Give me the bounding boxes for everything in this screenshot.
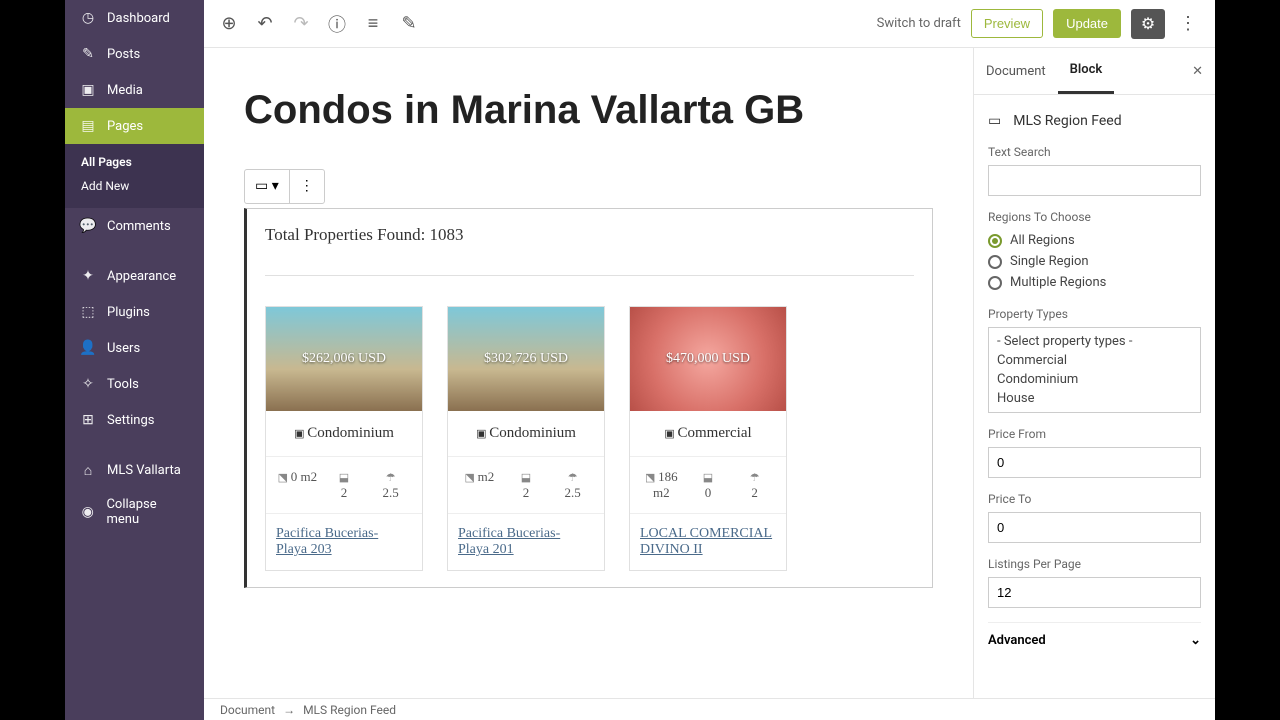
chevron-down-icon: ⌄ <box>1190 633 1201 648</box>
add-block-button[interactable]: ⊕ <box>218 13 240 35</box>
text-search-label: Text Search <box>988 145 1201 159</box>
pin-icon: ✎ <box>79 45 97 63</box>
radio-single-region[interactable]: Single Region <box>988 251 1201 272</box>
preview-button[interactable]: Preview <box>971 9 1043 38</box>
total-properties-label: Total Properties Found: 1083 <box>265 225 914 245</box>
sidebar-item-pages[interactable]: ▤Pages <box>65 108 204 144</box>
sidebar-item-tools[interactable]: ✧Tools <box>65 366 204 402</box>
media-icon: ▣ <box>79 81 97 99</box>
info-button[interactable]: ⓘ <box>326 13 348 35</box>
sidebar-item-dashboard[interactable]: ◷Dashboard <box>65 0 204 36</box>
tab-document[interactable]: Document <box>974 50 1058 93</box>
block-type-button[interactable]: ▭ ▾ <box>245 170 290 203</box>
card-title: Pacifica Bucerias- Playa 203 <box>266 514 422 570</box>
editor-breadcrumb: Document → MLS Region Feed <box>204 698 1215 720</box>
admin-sidebar: ◷Dashboard ✎Posts ▣Media ▤Pages All Page… <box>65 0 204 720</box>
sidebar-submenu: All Pages Add New <box>65 144 204 208</box>
sidebar-item-posts[interactable]: ✎Posts <box>65 36 204 72</box>
switch-to-draft-link[interactable]: Switch to draft <box>877 16 961 31</box>
price-from-input[interactable] <box>988 447 1201 478</box>
listings-input[interactable] <box>988 577 1201 608</box>
wrench-icon: ✧ <box>79 375 97 393</box>
text-search-input[interactable] <box>988 165 1201 196</box>
brush-icon: ✦ <box>79 267 97 285</box>
page-title[interactable]: Condos in Marina Vallarta GB <box>244 88 933 133</box>
listings-label: Listings Per Page <box>988 557 1201 571</box>
radio-multiple-regions[interactable]: Multiple Regions <box>988 272 1201 293</box>
radio-all-regions[interactable]: All Regions <box>988 230 1201 251</box>
sidebar-sub-add-new[interactable]: Add New <box>81 174 204 198</box>
ptypes-label: Property Types <box>988 307 1201 321</box>
card-type: ▣ Commercial <box>630 411 786 457</box>
card-image: $262,006 USD <box>266 307 422 411</box>
comment-icon: 💬 <box>79 217 97 235</box>
card-type: ▣ Condominium <box>448 411 604 457</box>
block-inspector: Document Block ✕ ▭MLS Region Feed Text S… <box>973 48 1215 698</box>
gauge-icon: ◷ <box>79 9 97 27</box>
property-card[interactable]: $262,006 USD ▣ Condominium ⬔ 0 m2 ⬓2 ☂2.… <box>265 306 423 571</box>
advanced-toggle[interactable]: Advanced ⌄ <box>988 622 1201 658</box>
sidebar-item-settings[interactable]: ⊞Settings <box>65 402 204 438</box>
card-image: $470,000 USD <box>630 307 786 411</box>
block-more-button[interactable]: ⋮ <box>290 170 324 203</box>
edit-button[interactable]: ✎ <box>398 13 420 35</box>
breadcrumb-part[interactable]: Document <box>220 703 275 717</box>
folder-icon: ▭ <box>988 113 1001 129</box>
user-icon: 👤 <box>79 339 97 357</box>
close-inspector-button[interactable]: ✕ <box>1180 52 1215 91</box>
plug-icon: ⬚ <box>79 303 97 321</box>
property-types-select[interactable]: - Select property types - Commercial Con… <box>988 327 1201 413</box>
block-toolbar: ▭ ▾ ⋮ <box>244 169 325 204</box>
price-from-label: Price From <box>988 427 1201 441</box>
sliders-icon: ⊞ <box>79 411 97 429</box>
home-icon: ⌂ <box>79 461 97 479</box>
block-name-header: ▭MLS Region Feed <box>988 107 1201 145</box>
breadcrumb-part[interactable]: MLS Region Feed <box>303 703 396 717</box>
property-card[interactable]: $302,726 USD ▣ Condominium ⬔ m2 ⬓2 ☂2.5 … <box>447 306 605 571</box>
editor-canvas[interactable]: Condos in Marina Vallarta GB ▭ ▾ ⋮ Total… <box>204 48 973 698</box>
update-button[interactable]: Update <box>1053 9 1121 38</box>
tab-block[interactable]: Block <box>1058 48 1115 94</box>
sidebar-item-collapse[interactable]: ◉Collapse menu <box>65 488 204 536</box>
redo-button[interactable]: ↷ <box>290 13 312 35</box>
sidebar-sub-all-pages[interactable]: All Pages <box>81 150 204 174</box>
sidebar-item-mls[interactable]: ⌂MLS Vallarta <box>65 452 204 488</box>
regions-label: Regions To Choose <box>988 210 1201 224</box>
property-cards-row: $262,006 USD ▣ Condominium ⬔ 0 m2 ⬓2 ☂2.… <box>265 306 914 571</box>
undo-button[interactable]: ↶ <box>254 13 276 35</box>
sidebar-item-comments[interactable]: 💬Comments <box>65 208 204 244</box>
card-title: LOCAL COMERCIAL DIVINO II <box>630 514 786 570</box>
settings-gear-button[interactable]: ⚙ <box>1131 9 1165 39</box>
price-to-input[interactable] <box>988 512 1201 543</box>
editor-topbar: ⊕ ↶ ↷ ⓘ ≡ ✎ Switch to draft Preview Upda… <box>204 0 1215 48</box>
outline-button[interactable]: ≡ <box>362 13 384 35</box>
pages-icon: ▤ <box>79 117 97 135</box>
sidebar-item-appearance[interactable]: ✦Appearance <box>65 258 204 294</box>
collapse-icon: ◉ <box>79 503 96 521</box>
more-menu-button[interactable]: ⋮ <box>1175 13 1201 34</box>
sidebar-item-plugins[interactable]: ⬚Plugins <box>65 294 204 330</box>
card-image: $302,726 USD <box>448 307 604 411</box>
sidebar-item-users[interactable]: 👤Users <box>65 330 204 366</box>
price-to-label: Price To <box>988 492 1201 506</box>
card-type: ▣ Condominium <box>266 411 422 457</box>
card-title: Pacifica Bucerias- Playa 201 <box>448 514 604 570</box>
mls-region-feed-block[interactable]: Total Properties Found: 1083 $262,006 US… <box>244 208 933 588</box>
property-card[interactable]: $470,000 USD ▣ Commercial ⬔ 186 m2 ⬓0 ☂2… <box>629 306 787 571</box>
sidebar-item-media[interactable]: ▣Media <box>65 72 204 108</box>
